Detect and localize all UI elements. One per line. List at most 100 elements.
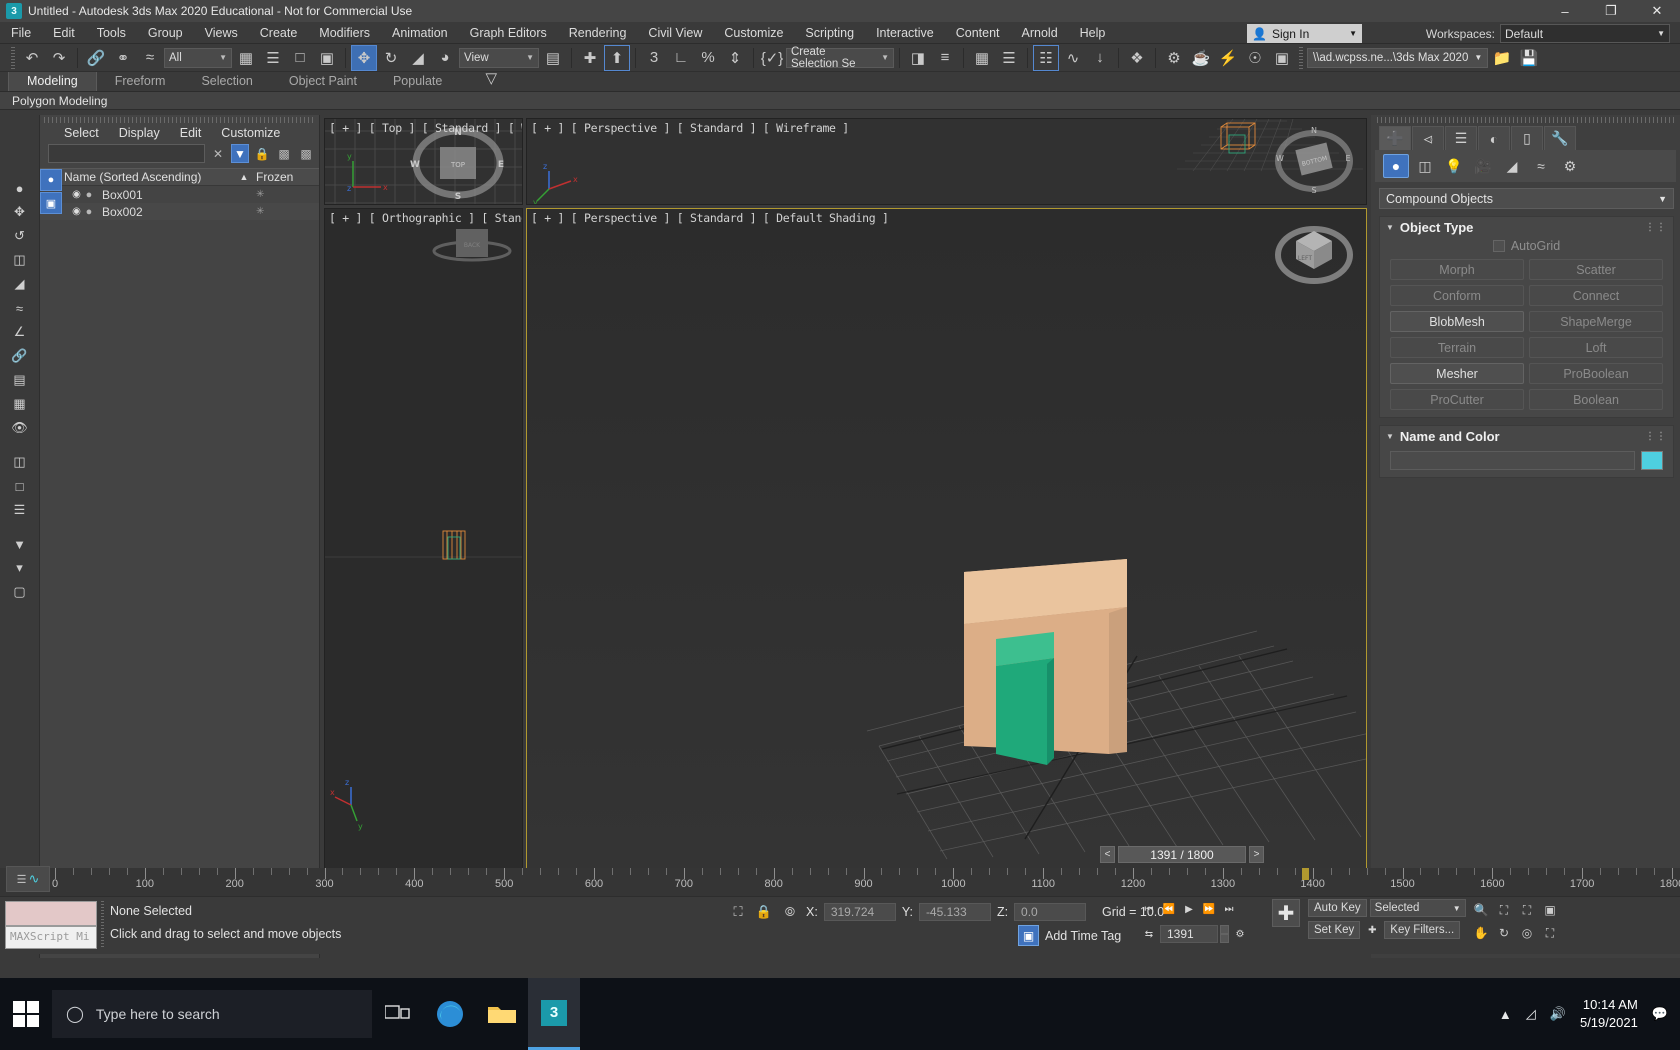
morph-button[interactable]: Morph xyxy=(1390,259,1524,280)
menu-graph-editors[interactable]: Graph Editors xyxy=(459,22,558,44)
save-project-icon[interactable]: 💾 xyxy=(1516,45,1542,71)
expand-all-icon[interactable]: ▩ xyxy=(275,144,293,163)
view-cube-icon[interactable]: TOP N S W E xyxy=(408,123,508,203)
frozen-icon[interactable]: ✳ xyxy=(251,189,319,200)
menu-customize[interactable]: Customize xyxy=(713,22,794,44)
drag-handle-icon[interactable]: ⋮⋮ xyxy=(1645,222,1673,233)
snap-3-icon[interactable]: 3 xyxy=(641,45,667,71)
time-tag-icon[interactable]: ▣ xyxy=(1018,925,1039,946)
menu-group[interactable]: Group xyxy=(137,22,194,44)
scale-strip-icon[interactable]: ◫ xyxy=(8,249,32,271)
x-field[interactable]: 319.724 xyxy=(824,903,896,921)
task-view-icon[interactable] xyxy=(372,978,424,1050)
loft-button[interactable]: Loft xyxy=(1529,337,1663,358)
procutter-button[interactable]: ProCutter xyxy=(1390,389,1524,410)
table-row[interactable]: ◉ ● Box001 ✳ xyxy=(40,186,319,203)
modify-tab[interactable]: ⏿ xyxy=(1412,126,1444,150)
taskbar-search[interactable]: ◯ Type here to search xyxy=(52,990,372,1038)
orbit-icon[interactable]: ↻ xyxy=(1493,922,1515,944)
move-strip-icon[interactable]: ✥ xyxy=(8,201,32,223)
start-button[interactable] xyxy=(0,978,52,1050)
mirror-strip-icon[interactable]: ▤ xyxy=(8,369,32,391)
redo-icon[interactable]: ↷ xyxy=(46,45,72,71)
sign-in-button[interactable]: 👤 Sign In ▼ xyxy=(1247,24,1362,43)
frame-indicator[interactable]: 1391 / 1800 xyxy=(1118,846,1246,863)
measure-strip-icon[interactable]: ◢ xyxy=(8,273,32,295)
explorer-menu-customize[interactable]: Customize xyxy=(211,126,290,140)
menu-edit[interactable]: Edit xyxy=(42,22,86,44)
next-frame-icon[interactable]: ⏩ xyxy=(1200,899,1218,919)
explorer-menu-select[interactable]: Select xyxy=(54,126,109,140)
connect-button[interactable]: Connect xyxy=(1529,285,1663,306)
curve-editor-icon[interactable]: ∿ xyxy=(1060,45,1086,71)
rectangular-select-icon[interactable]: □ xyxy=(287,45,313,71)
hierarchy-tab[interactable]: ☰ xyxy=(1445,126,1477,150)
bind-space-warp-icon[interactable]: ≈ xyxy=(137,45,163,71)
select-object-icon[interactable]: ▦ xyxy=(233,45,259,71)
toolbar-grip-2[interactable] xyxy=(1299,47,1303,69)
angle-strip-icon[interactable]: ∠ xyxy=(8,321,32,343)
select-scale-icon[interactable]: ◢ xyxy=(405,45,431,71)
layers-strip-icon[interactable]: ◫ xyxy=(8,451,32,473)
viewport-label[interactable]: [ + ] [ Perspective ] [ Standard ] [ Wir… xyxy=(531,121,849,135)
shapemerge-button[interactable]: ShapeMerge xyxy=(1529,311,1663,332)
select-rotate-icon[interactable]: ↻ xyxy=(378,45,404,71)
display-tab[interactable]: ▯ xyxy=(1511,126,1543,150)
utilities-tab[interactable]: 🔧 xyxy=(1544,126,1576,150)
render-production-icon[interactable]: ⚡ xyxy=(1215,45,1241,71)
viewport-label[interactable]: [ + ] [ Orthographic ] [ Standard ] [ Wi… xyxy=(329,211,523,225)
zoom-region-icon[interactable]: ▣ xyxy=(1539,899,1561,921)
snaps-toggle-icon[interactable]: ✚ xyxy=(577,45,603,71)
explorer-menu-edit[interactable]: Edit xyxy=(170,126,212,140)
menu-content[interactable]: Content xyxy=(945,22,1011,44)
collapse-all-icon[interactable]: ▩ xyxy=(297,144,315,163)
menu-rendering[interactable]: Rendering xyxy=(558,22,638,44)
menu-animation[interactable]: Animation xyxy=(381,22,459,44)
selection-set-select[interactable]: Create Selection Se ▼ xyxy=(786,48,894,68)
maximize-button[interactable]: ❐ xyxy=(1588,0,1634,22)
create-tab[interactable]: ➕ xyxy=(1379,126,1411,150)
ribbon-tab-object-paint[interactable]: Object Paint xyxy=(271,72,375,91)
column-frozen-header[interactable]: Frozen xyxy=(251,170,319,184)
maxscript-mini-listener[interactable]: MAXScript Mi xyxy=(5,926,97,949)
ribbon-toggle-icon[interactable]: ☰ xyxy=(996,45,1022,71)
layer-explorer-icon[interactable]: ▦ xyxy=(969,45,995,71)
array-strip-icon[interactable]: ▦ xyxy=(8,393,32,415)
terrain-button[interactable]: Terrain xyxy=(1390,337,1524,358)
ribbon-tab-populate[interactable]: Populate xyxy=(375,72,460,91)
object-type-header[interactable]: ▼ Object Type ⋮⋮ xyxy=(1380,217,1673,237)
show-hidden-icons[interactable]: ▲ xyxy=(1499,1007,1512,1022)
undo-icon[interactable]: ↶ xyxy=(19,45,45,71)
maximize-viewport-icon[interactable]: ⛶ xyxy=(1539,922,1561,944)
lights-icon[interactable]: 💡 xyxy=(1441,154,1467,178)
snap-strip-icon[interactable]: ≈ xyxy=(8,297,32,319)
volume-icon[interactable]: 🔊 xyxy=(1550,1006,1566,1022)
align-icon[interactable]: ≡ xyxy=(932,45,958,71)
percent-snap-icon[interactable]: % xyxy=(695,45,721,71)
explorer-search-input[interactable] xyxy=(48,144,205,163)
key-mode-icon[interactable]: ⇆ xyxy=(1140,924,1158,944)
viewport-top[interactable]: y x z TOP N S W E [ + ] [ Top ] [ Standa… xyxy=(324,118,523,205)
current-frame-field[interactable]: 1391 xyxy=(1160,925,1218,943)
y-field[interactable]: -45.133 xyxy=(919,903,991,921)
file-explorer-icon[interactable] xyxy=(476,978,528,1050)
viewport-label[interactable]: [ + ] [ Top ] [ Standard ] [ Wireframe ] xyxy=(329,121,523,135)
set-key-add-icon[interactable]: ✚ xyxy=(1363,920,1381,940)
autogrid-row[interactable]: AutoGrid xyxy=(1380,237,1673,259)
pan-icon[interactable]: ✋ xyxy=(1470,922,1492,944)
network-icon[interactable]: ◿ xyxy=(1526,1006,1536,1022)
ribbon-tab-selection[interactable]: Selection xyxy=(183,72,270,91)
rotate-strip-icon[interactable]: ↺ xyxy=(8,225,32,247)
blobmesh-button[interactable]: BlobMesh xyxy=(1390,311,1524,332)
bookmark-strip-icon[interactable]: ▢ xyxy=(8,581,32,603)
spinner-snap-icon[interactable]: ⇕ xyxy=(722,45,748,71)
menu-create[interactable]: Create xyxy=(249,22,309,44)
menu-file[interactable]: File xyxy=(0,22,42,44)
edit-named-selection-icon[interactable]: {✓} xyxy=(759,45,785,71)
taskbar-clock[interactable]: 10:14 AM 5/19/2021 xyxy=(1580,996,1638,1031)
object-name-input[interactable] xyxy=(1390,451,1635,470)
lock-icon[interactable]: 🔒 xyxy=(754,902,774,922)
view-cube-icon[interactable]: BOTTOM N E W S xyxy=(1272,123,1356,199)
menu-modifiers[interactable]: Modifiers xyxy=(308,22,381,44)
drag-handle-icon[interactable]: ⋮⋮ xyxy=(1645,431,1673,442)
